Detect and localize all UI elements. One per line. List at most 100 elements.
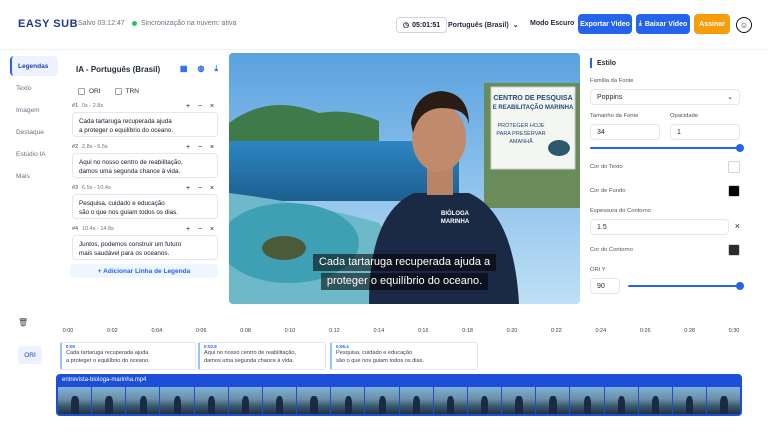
timeline-ruler[interactable]: 0:00 0:02 0:04 0:06 0:08 0:10 0:12 0:14 0:16 0:18… xyxy=(60,328,750,340)
outline-input[interactable]: 1.5 xyxy=(590,219,729,235)
minus-icon[interactable]: − xyxy=(194,185,206,192)
sign-line-5: AMANHÃ xyxy=(509,138,533,145)
minus-icon[interactable]: − xyxy=(194,103,206,110)
nav-item-imagem[interactable]: Imagem xyxy=(10,100,58,120)
filmstrip-frame xyxy=(58,387,92,414)
nav-item-legendas[interactable]: Legendas xyxy=(10,56,58,76)
ori-y-input[interactable]: 90 xyxy=(590,278,620,294)
close-icon[interactable]: × xyxy=(206,103,218,110)
close-icon[interactable]: × xyxy=(206,144,218,151)
nav-item-destaque[interactable]: Destaque xyxy=(10,122,58,142)
ori-checkbox[interactable]: ORI xyxy=(78,87,101,95)
nav-item-texto[interactable]: Texto xyxy=(10,78,58,98)
text-color-swatch[interactable] xyxy=(728,161,740,173)
cue-text-field[interactable]: Cada tartaruga recuperada ajuda a proteg… xyxy=(72,112,218,137)
timeline-cue-block[interactable]: 0:00 Cada tartaruga recuperada ajuda a p… xyxy=(60,342,196,370)
cue-text-field[interactable]: Pesquisa, cuidado e educação são o que n… xyxy=(72,194,218,219)
plus-icon[interactable]: + xyxy=(182,103,194,110)
opacity-label: Opacidade xyxy=(670,113,699,119)
export-video-button[interactable]: Exportar Vídeo xyxy=(578,14,632,34)
captions-panel: IA - Português (Brasil) ▦ ◍ ⤓ ORI TRN #1… xyxy=(68,56,218,306)
bg-color-row: Cor de Fundo xyxy=(590,182,740,200)
filmstrip-frame xyxy=(262,387,297,414)
minus-icon[interactable]: − xyxy=(194,226,206,233)
close-icon[interactable]: × xyxy=(735,221,740,231)
plus-icon[interactable]: + xyxy=(182,185,194,192)
filmstrip-frame xyxy=(570,387,604,414)
filmstrip-frame xyxy=(92,387,126,414)
timeline-cue-block[interactable]: 0:02.8 Aqui no nosso centro de reabilita… xyxy=(198,342,326,370)
bg-color-swatch[interactable] xyxy=(728,185,740,197)
timeline-tick: 0:24 xyxy=(595,328,607,334)
slider-handle[interactable] xyxy=(736,144,744,152)
chevron-down-icon: ⌄ xyxy=(512,22,519,29)
cue-text-field[interactable]: Juntos, podemos construir um futuro mais… xyxy=(72,235,218,260)
subtitle-line-1: Cada tartaruga recuperada ajuda a xyxy=(312,254,497,271)
trn-checkbox[interactable]: TRN xyxy=(114,87,139,95)
caption-cue: #1 0s - 2.8s + − × Cada tartaruga recupe… xyxy=(68,100,218,137)
cue-text-field[interactable]: Aqui no nosso centro de reabilitação, da… xyxy=(72,153,218,178)
minus-icon[interactable]: − xyxy=(194,144,206,151)
nav-item-mais[interactable]: Mais xyxy=(10,166,58,186)
add-caption-line-button[interactable]: + Adicionar Linha de Legenda xyxy=(70,264,218,278)
download-video-button[interactable]: ⤓ Baixar Vídeo xyxy=(636,14,690,34)
filmstrip-frame xyxy=(502,387,536,414)
timeline-tick: 0:08 xyxy=(240,328,251,334)
filmstrip-frame xyxy=(194,387,228,414)
shirt-line-1: BIÓLOGA xyxy=(441,209,470,217)
timeline-tick: 0:30 xyxy=(728,328,740,334)
subscribe-button[interactable]: Assinar xyxy=(694,14,730,34)
sync-status: Sincronização na nuvem: ativa xyxy=(132,20,236,27)
filmstrip-frame xyxy=(160,387,194,414)
close-icon[interactable]: × xyxy=(206,226,218,233)
ori-y-slider[interactable] xyxy=(628,282,744,290)
filmstrip-frame xyxy=(126,387,160,414)
palette-icon[interactable]: ◍ xyxy=(197,64,204,74)
timeline-tick: 0:14 xyxy=(373,328,385,334)
filmstrip-frame xyxy=(672,387,706,414)
dark-mode-button[interactable]: Modo Escuro xyxy=(530,20,574,27)
outline-color-swatch[interactable] xyxy=(728,244,740,256)
filmstrip-frame xyxy=(297,387,331,414)
download-icon[interactable]: ⤓ xyxy=(214,64,218,74)
video-track[interactable]: entrevista-biologa-marinha.mp4 xyxy=(56,374,742,416)
filmstrip-frame xyxy=(399,387,433,414)
close-icon[interactable]: × xyxy=(206,185,218,192)
filmstrip-frame xyxy=(365,387,399,414)
left-nav: Legendas Texto Imagem Destaque Estúdio I… xyxy=(10,56,58,188)
cue-range: 6.5s - 10.4s xyxy=(82,185,111,191)
font-size-input[interactable]: 34 xyxy=(590,124,660,140)
font-family-select[interactable]: Poppins ⌄ xyxy=(590,89,740,105)
filmstrip-frame xyxy=(433,387,467,414)
plus-icon[interactable]: + xyxy=(182,226,194,233)
sign-line-3: PROTEGER HOJE xyxy=(497,123,544,129)
subtitle-overlay: Cada tartaruga recuperada ajuda a proteg… xyxy=(229,252,580,290)
plus-icon[interactable]: + xyxy=(182,144,194,151)
language-select[interactable]: Português (Brasil) ⌄ xyxy=(448,17,519,33)
filmstrip-frame xyxy=(331,387,365,414)
opacity-slider[interactable] xyxy=(590,144,744,152)
text-color-row: Cor do Texto xyxy=(590,158,740,176)
slider-handle[interactable] xyxy=(736,282,744,290)
timeline-cue-block[interactable]: 0:06.4 Pesquisa, cuidado e educação são … xyxy=(330,342,478,370)
captions-header: IA - Português (Brasil) ▦ ◍ ⤓ xyxy=(68,56,218,82)
timeline-tick: 0:20 xyxy=(506,328,518,334)
sign-line-2: E REABILITAÇÃO MARINHA xyxy=(493,104,574,111)
top-bar: EASY SUB Salvo 03:12:47 Sincronização na… xyxy=(0,0,768,50)
app-logo: EASY SUB xyxy=(18,18,79,30)
style-header: Estilo xyxy=(590,56,750,70)
grid-icon[interactable]: ▦ xyxy=(180,64,188,74)
timeline-tick: 0:10 xyxy=(284,328,296,334)
track-label-ori[interactable]: ORI xyxy=(18,346,42,364)
filmstrip-frame xyxy=(467,387,502,414)
timeline-tick: 0:02 xyxy=(107,328,118,334)
cue-index: #1 xyxy=(72,103,79,109)
trash-icon[interactable]: 🗑 xyxy=(18,318,28,327)
nav-item-estudio-ia[interactable]: Estúdio IA xyxy=(10,144,58,164)
opacity-input[interactable]: 1 xyxy=(670,124,740,140)
timer-text: 05:01:51 xyxy=(412,21,441,29)
font-family-label: Família da Fonte xyxy=(590,78,634,84)
avatar[interactable]: ☺ xyxy=(736,17,752,33)
video-preview[interactable]: CENTRO DE PESQUISA E REABILITAÇÃO MARINH… xyxy=(229,53,580,304)
filmstrip-frame xyxy=(536,387,570,414)
